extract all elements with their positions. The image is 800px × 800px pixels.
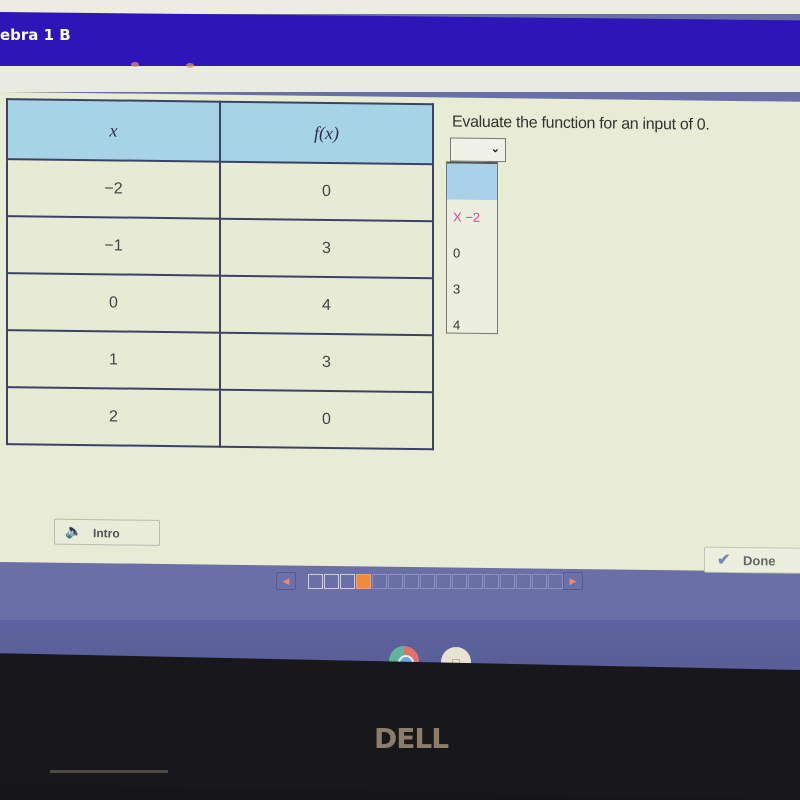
table-row: −1 3 [7,216,433,279]
cell-x: −2 [7,159,220,219]
column-header-fx: f(x) [220,101,433,165]
page-indicator[interactable] [372,574,387,589]
page-indicator-current[interactable] [356,574,371,589]
progress-marker [186,63,194,68]
dropdown-option[interactable]: 0 [447,235,497,272]
page-indicator[interactable] [484,574,499,589]
cell-fx: 4 [220,275,433,336]
previous-page-button[interactable]: ◀ [276,572,296,590]
triangle-right-icon: ▶ [569,576,577,586]
cell-x: 0 [7,273,220,333]
cell-fx: 3 [220,332,433,393]
browser-top-strip [0,0,800,14]
page-indicator[interactable] [452,574,467,589]
cell-fx: 0 [220,161,433,222]
progress-marker [131,62,139,67]
table-row: 0 4 [7,273,433,336]
table-row: 2 0 [7,387,433,450]
page-indicator[interactable] [548,574,563,589]
page-indicator[interactable] [468,574,483,589]
dropdown-option[interactable]: 4 [447,307,497,344]
cell-fx: 3 [220,218,433,279]
checkmark-icon: ✔ [717,551,731,569]
column-header-x: x [7,99,220,162]
answer-select[interactable]: ⌄ [450,137,506,163]
page-indicator[interactable] [532,574,547,589]
page-indicator[interactable] [500,574,515,589]
triangle-left-icon: ◀ [282,576,290,586]
page-indicator[interactable] [308,574,323,589]
cell-x: 1 [7,330,220,390]
page-indicator[interactable] [388,574,403,589]
chevron-down-icon: ⌄ [490,142,500,156]
done-button[interactable]: ✔ Done [704,546,800,574]
page-indicator[interactable] [516,574,531,589]
dell-logo: DELL [374,722,449,755]
activity-content: x f(x) −2 0 −1 3 0 4 1 3 2 0 Evaluate th… [0,92,800,574]
dropdown-option-incorrect[interactable]: X −2 [447,199,497,236]
cell-fx: 0 [220,389,433,450]
function-table: x f(x) −2 0 −1 3 0 4 1 3 2 0 [6,98,434,450]
cell-x: −1 [7,216,220,276]
intro-button[interactable]: 🔈 Intro [54,518,160,546]
table-row: 1 3 [7,330,433,393]
dropdown-option[interactable]: 3 [447,271,497,308]
page-indicator[interactable] [340,574,355,589]
table-header-row: x f(x) [7,99,433,165]
answer-dropdown-list[interactable]: X −2 0 3 4 [446,161,498,335]
page-indicator[interactable] [420,574,435,589]
table-row: −2 0 [7,159,433,222]
intro-label: Intro [93,526,120,541]
done-label: Done [743,553,776,569]
course-title: ebra 1 B [0,26,71,44]
activity-subbar [0,62,800,92]
page-indicator[interactable] [436,574,451,589]
page-indicator[interactable] [324,574,339,589]
page-indicator[interactable] [404,574,419,589]
speaker-icon: 🔈 [65,522,83,540]
next-page-button[interactable]: ▶ [563,572,583,590]
screen: ebra 1 B x f(x) −2 0 −1 3 0 4 1 3 2 0 Ev… [0,0,800,690]
question-prompt: Evaluate the function for an input of 0. [452,113,710,134]
dropdown-option-blank[interactable] [447,163,497,201]
cell-x: 2 [7,387,220,447]
bezel-edge [50,770,168,773]
